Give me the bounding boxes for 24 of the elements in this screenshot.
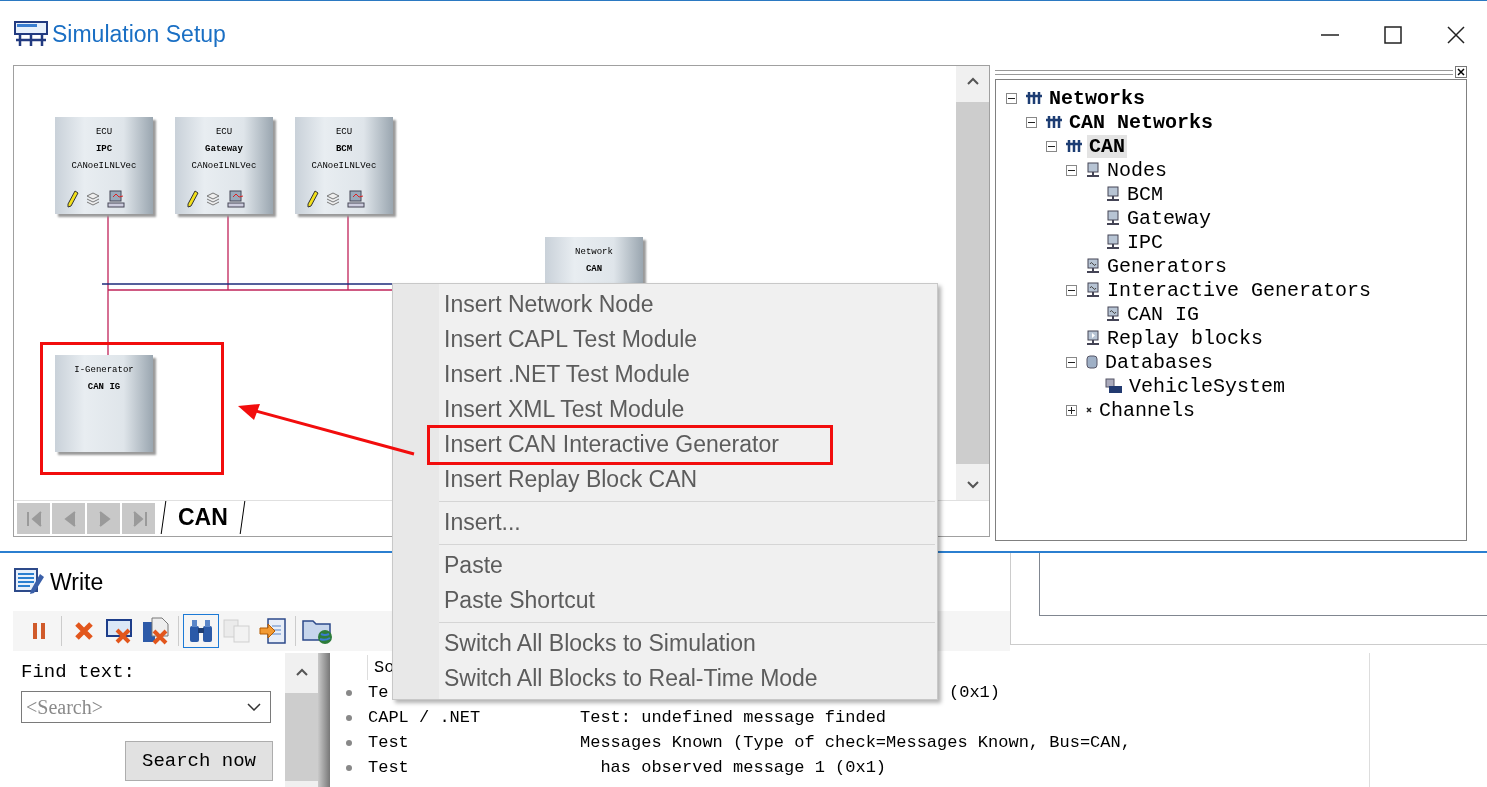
block-name: Gateway — [205, 144, 243, 155]
log-message: (0x1) — [948, 683, 1000, 702]
log-source: CAPL / .NET — [368, 708, 482, 727]
log-message: has observed message 1 (0x1) — [599, 758, 887, 777]
block-subtitle: CANoeILNLVec — [311, 161, 377, 172]
block-name: CAN IG — [87, 382, 121, 393]
log-source: Test — [368, 758, 410, 777]
block-subtitle: CANoeILNLVec — [71, 161, 137, 172]
block-subtitle: CANoeILNLVec — [191, 161, 257, 172]
log-message: Test: undefined message finded — [580, 708, 887, 727]
block-type: ECU — [95, 127, 113, 138]
window-title: Simulation Setup — [52, 21, 226, 48]
log-source: Test — [368, 733, 410, 752]
log-message: Messages Known (Type of check=Messages Known, Bus=CAN, — [580, 733, 1131, 752]
block-name: BCM — [335, 144, 353, 155]
log-source: Te — [368, 683, 390, 702]
find-label: Find text: — [21, 661, 137, 683]
block-type: Network — [575, 247, 613, 258]
block-name: CAN — [585, 264, 603, 275]
block-type: ECU — [335, 127, 353, 138]
block-type: ECU — [215, 127, 233, 138]
block-type: I-Generator — [74, 365, 134, 376]
block-name: IPC — [95, 144, 113, 155]
panel-title: Write — [50, 568, 104, 596]
